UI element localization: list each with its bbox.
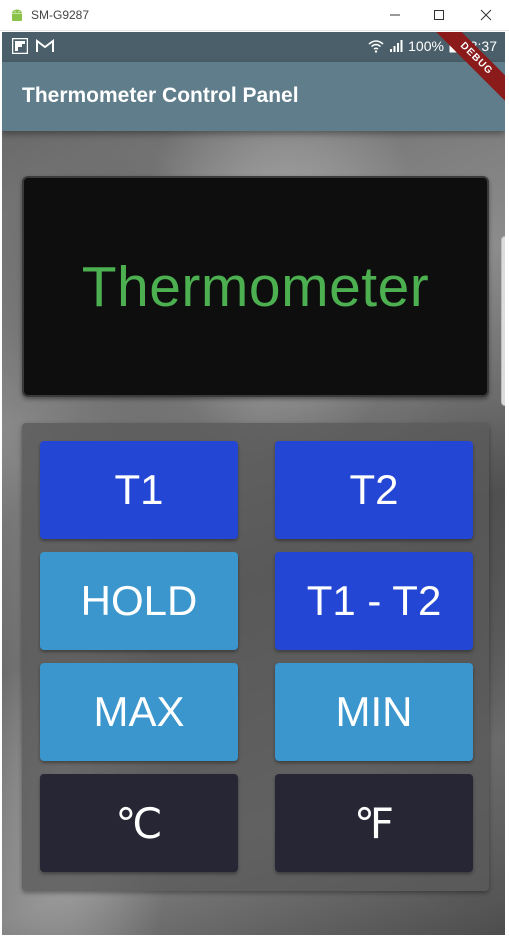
fahrenheit-button[interactable]: ℉ [275,774,473,872]
t2-button[interactable]: T2 [275,441,473,539]
thermometer-display: Thermometer [22,176,489,397]
gmail-icon [36,39,54,52]
app-bar: Thermometer Control Panel [2,62,505,131]
window-title-bar: SM-G9287 [0,0,509,31]
keypad: T1 T2 HOLD T1 - T2 MAX MIN ℃ ℉ [22,423,489,891]
celsius-button[interactable]: ℃ [40,774,238,872]
battery-percent: 100% [408,38,444,54]
app-title: Thermometer Control Panel [22,84,299,107]
minimize-icon [390,14,400,16]
close-button[interactable] [475,4,497,26]
minimize-button[interactable] [384,4,406,26]
hold-button[interactable]: HOLD [40,552,238,650]
flipboard-icon [12,38,28,54]
window-title: SM-G9287 [31,8,90,22]
display-text: Thermometer [81,254,430,319]
signal-icon [390,40,403,52]
min-button[interactable]: MIN [275,663,473,761]
wifi-icon [368,40,384,53]
max-button[interactable]: MAX [40,663,238,761]
status-bar: 100% 13:37 [2,32,505,62]
maximize-button[interactable] [428,4,450,26]
t1-button[interactable]: T1 [40,441,238,539]
maximize-icon [434,10,444,20]
close-icon [480,9,492,21]
android-icon [12,9,22,21]
phone-screen: 100% 13:37 Thermometer Control Panel DEB… [2,32,505,935]
t1-minus-t2-button[interactable]: T1 - T2 [275,552,473,650]
side-drawer-handle[interactable] [501,236,505,406]
